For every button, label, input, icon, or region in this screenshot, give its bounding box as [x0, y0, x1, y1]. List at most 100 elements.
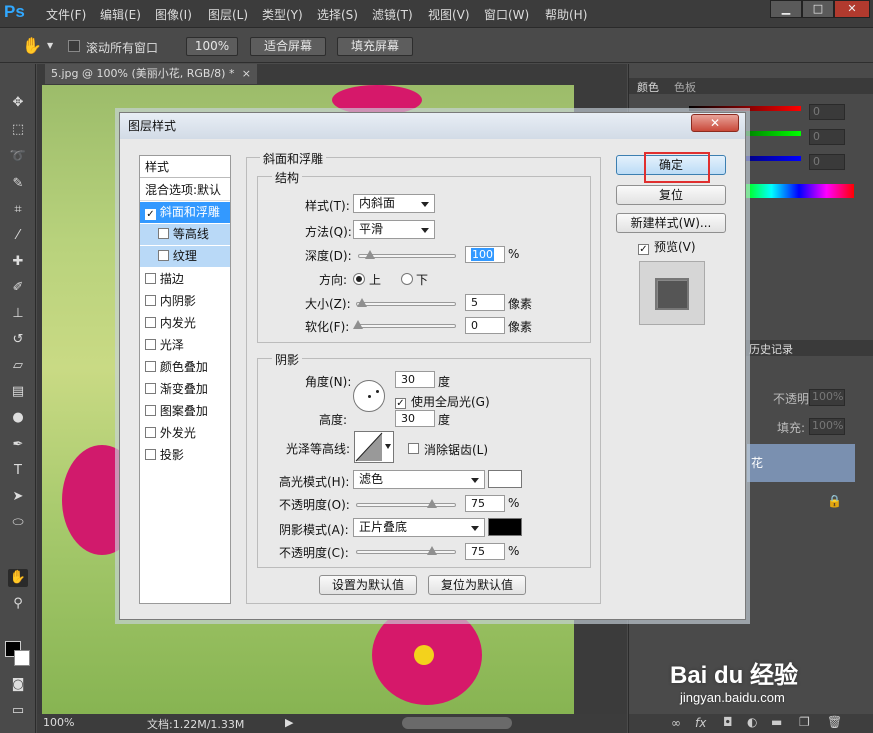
method-select[interactable]: 平滑: [353, 220, 435, 239]
soften-slider-thumb[interactable]: [353, 320, 363, 329]
menu-image[interactable]: 图像(I): [155, 6, 192, 23]
style-item-drop-shadow[interactable]: 投影: [140, 444, 230, 466]
pen-tool-icon[interactable]: ✒: [8, 436, 28, 454]
size-input[interactable]: 5: [465, 294, 505, 311]
blue-value[interactable]: 0: [809, 154, 845, 170]
group-icon[interactable]: ▬: [771, 715, 782, 729]
move-tool-icon[interactable]: ✥: [8, 94, 28, 112]
menu-filter[interactable]: 滤镜(T): [372, 6, 413, 23]
shadow-opacity-input[interactable]: 75: [465, 543, 505, 560]
angle-dial[interactable]: [353, 380, 385, 412]
opacity-value[interactable]: 100%: [809, 389, 845, 406]
zoom-tool-icon[interactable]: ⚲: [8, 595, 28, 613]
hand-tool-icon[interactable]: ✋: [8, 569, 28, 587]
trash-icon[interactable]: 🗑: [827, 715, 842, 729]
history-brush-icon[interactable]: ↺: [8, 331, 28, 349]
menu-layer[interactable]: 图层(L): [208, 6, 248, 23]
style-select[interactable]: 内斜面: [353, 194, 435, 213]
tab-swatches[interactable]: 色板: [674, 79, 696, 95]
size-slider-thumb[interactable]: [357, 298, 367, 307]
horizontal-scrollbar[interactable]: [402, 717, 512, 729]
style-item-satin[interactable]: 光泽: [140, 334, 230, 356]
eyedropper-icon[interactable]: ⁄: [8, 227, 28, 245]
depth-slider-thumb[interactable]: [365, 250, 375, 259]
new-style-button[interactable]: 新建样式(W)...: [616, 213, 726, 233]
eraser-tool-icon[interactable]: ▱: [8, 357, 28, 375]
new-layer-icon[interactable]: ❐: [799, 715, 810, 729]
highlight-opacity-input[interactable]: 75: [465, 495, 505, 512]
stamp-tool-icon[interactable]: ⊥: [8, 305, 28, 323]
style-item-bevel[interactable]: ✓ 斜面和浮雕: [140, 202, 230, 223]
chevron-down-icon[interactable]: ▼: [47, 41, 53, 50]
red-value[interactable]: 0: [809, 104, 845, 120]
highlight-opacity-thumb[interactable]: [427, 499, 437, 508]
global-light-checkbox[interactable]: ✓: [395, 394, 406, 409]
style-item-blending[interactable]: 混合选项:默认: [140, 179, 230, 201]
checkbox[interactable]: [145, 427, 156, 438]
checkbox[interactable]: [145, 317, 156, 328]
checkbox[interactable]: [145, 295, 156, 306]
soften-input[interactable]: 0: [465, 317, 505, 334]
adjustment-icon[interactable]: ◐: [747, 715, 757, 729]
angle-input[interactable]: 30: [395, 371, 435, 388]
shape-tool-icon[interactable]: ⬭: [8, 514, 28, 532]
depth-slider[interactable]: [358, 250, 456, 259]
fx-icon[interactable]: fx: [695, 716, 706, 730]
style-item-inner-glow[interactable]: 内发光: [140, 312, 230, 334]
menu-file[interactable]: 文件(F): [46, 6, 86, 23]
style-item-contour[interactable]: 等高线: [140, 224, 230, 245]
type-tool-icon[interactable]: T: [8, 462, 28, 480]
highlight-mode-select[interactable]: 滤色: [353, 470, 485, 489]
anti-alias-checkbox[interactable]: [408, 442, 419, 456]
style-item-outer-glow[interactable]: 外发光: [140, 422, 230, 444]
shadow-mode-select[interactable]: 正片叠底: [353, 518, 485, 537]
tab-history[interactable]: 历史记录: [749, 341, 793, 357]
minimize-button[interactable]: ▁: [770, 0, 802, 18]
scroll-all-checkbox[interactable]: [68, 40, 80, 52]
menu-help[interactable]: 帮助(H): [545, 6, 587, 23]
highlight-color-swatch[interactable]: [488, 470, 522, 488]
mask-icon[interactable]: ◘: [723, 715, 733, 729]
soften-slider[interactable]: [353, 320, 456, 329]
checkbox[interactable]: [145, 405, 156, 416]
checkbox[interactable]: [145, 273, 156, 284]
background-color-swatch[interactable]: [14, 650, 30, 666]
style-item-gradient-overlay[interactable]: 渐变叠加: [140, 378, 230, 400]
crop-tool-icon[interactable]: ⌗: [8, 201, 28, 219]
hand-tool-icon[interactable]: ✋: [22, 36, 42, 55]
path-select-icon[interactable]: ➤: [8, 488, 28, 506]
link-icon[interactable]: ∞: [671, 716, 681, 730]
gloss-contour-picker[interactable]: [354, 431, 394, 463]
shadow-opacity-slider[interactable]: [356, 546, 456, 555]
fill-screen-button[interactable]: 填充屏幕: [337, 37, 413, 56]
checkbox-checked[interactable]: ✓: [145, 209, 156, 220]
gradient-tool-icon[interactable]: ▤: [8, 383, 28, 401]
style-item-pattern-overlay[interactable]: 图案叠加: [140, 400, 230, 422]
quick-select-icon[interactable]: ✎: [8, 175, 28, 193]
menu-type[interactable]: 类型(Y): [262, 6, 303, 23]
checkbox[interactable]: [145, 449, 156, 460]
tab-close-icon[interactable]: ×: [242, 64, 251, 84]
reset-button[interactable]: 复位: [616, 185, 726, 205]
green-value[interactable]: 0: [809, 129, 845, 145]
direction-up-radio[interactable]: [353, 273, 365, 285]
style-item-stroke[interactable]: 描边: [140, 268, 230, 290]
healing-brush-icon[interactable]: ✚: [8, 253, 28, 271]
checkbox[interactable]: [158, 228, 169, 239]
altitude-input[interactable]: 30: [395, 410, 435, 427]
checkbox[interactable]: [145, 383, 156, 394]
brush-tool-icon[interactable]: ✐: [8, 279, 28, 297]
reset-default-button[interactable]: 复位为默认值: [428, 575, 526, 595]
depth-input[interactable]: 100: [465, 246, 505, 263]
menu-edit[interactable]: 编辑(E): [100, 6, 141, 23]
zoom-100-button[interactable]: 100%: [186, 37, 238, 56]
menu-window[interactable]: 窗口(W): [484, 6, 529, 23]
maximize-button[interactable]: □: [802, 0, 834, 18]
shadow-opacity-thumb[interactable]: [427, 546, 437, 555]
checkbox[interactable]: [145, 339, 156, 350]
document-tab[interactable]: 5.jpg @ 100% (美丽小花, RGB/8) * ×: [45, 64, 257, 84]
menu-view[interactable]: 视图(V): [428, 6, 470, 23]
dodge-tool-icon[interactable]: ●: [8, 409, 28, 427]
layer-row-selected[interactable]: 花: [747, 444, 855, 482]
style-item-color-overlay[interactable]: 颜色叠加: [140, 356, 230, 378]
